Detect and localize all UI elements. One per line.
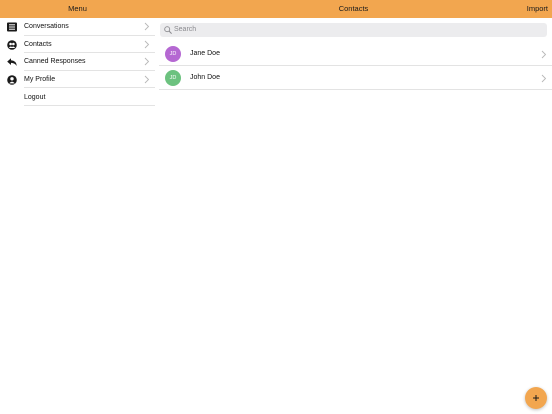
search-input[interactable]: Search (160, 23, 547, 37)
sidebar-item-label: Contacts (24, 40, 52, 48)
reply-icon (7, 57, 17, 67)
contact-row-jane-doe[interactable]: JD Jane Doe (159, 42, 552, 66)
sidebar-item-conversations[interactable]: Conversations (0, 18, 155, 36)
add-contact-button[interactable] (525, 387, 547, 409)
sidebar-item-label: My Profile (24, 76, 56, 84)
contacts-icon (7, 39, 17, 50)
chevron-right-icon (541, 74, 547, 83)
sidebar-menu: Conversations Contacts Canned Responses (0, 18, 155, 106)
sidebar-item-contacts[interactable]: Contacts (0, 36, 155, 54)
contact-name: John Doe (190, 74, 220, 81)
avatar: JD (165, 46, 181, 62)
sidebar-item-label: Canned Responses (24, 58, 86, 66)
contact-row-john-doe[interactable]: JD John Doe (159, 66, 552, 90)
chevron-right-icon (144, 22, 150, 31)
sidebar-item-logout[interactable]: Logout (0, 88, 155, 106)
menu-title: Menu (68, 4, 87, 13)
chevron-right-icon (144, 40, 150, 48)
chevron-right-icon (144, 57, 150, 66)
search-placeholder: Search (174, 26, 197, 33)
avatar: JD (165, 70, 181, 86)
sidebar-item-my-profile[interactable]: My Profile (0, 71, 155, 89)
sidebar-item-label: Logout (24, 93, 46, 101)
list-icon (7, 22, 17, 32)
import-button[interactable]: Import (527, 0, 548, 18)
divider (24, 104, 155, 106)
contact-name: Jane Doe (190, 50, 220, 57)
plus-icon (533, 395, 539, 401)
top-bar: Menu Contacts Import (0, 0, 552, 18)
page-title: Contacts (338, 4, 369, 13)
search-icon (164, 26, 172, 34)
profile-icon (7, 74, 17, 85)
chevron-right-icon (541, 50, 547, 59)
sidebar-item-label: Conversations (24, 23, 69, 31)
sidebar-item-canned-responses[interactable]: Canned Responses (0, 53, 155, 71)
chevron-right-icon (144, 75, 150, 84)
divider (159, 89, 552, 90)
